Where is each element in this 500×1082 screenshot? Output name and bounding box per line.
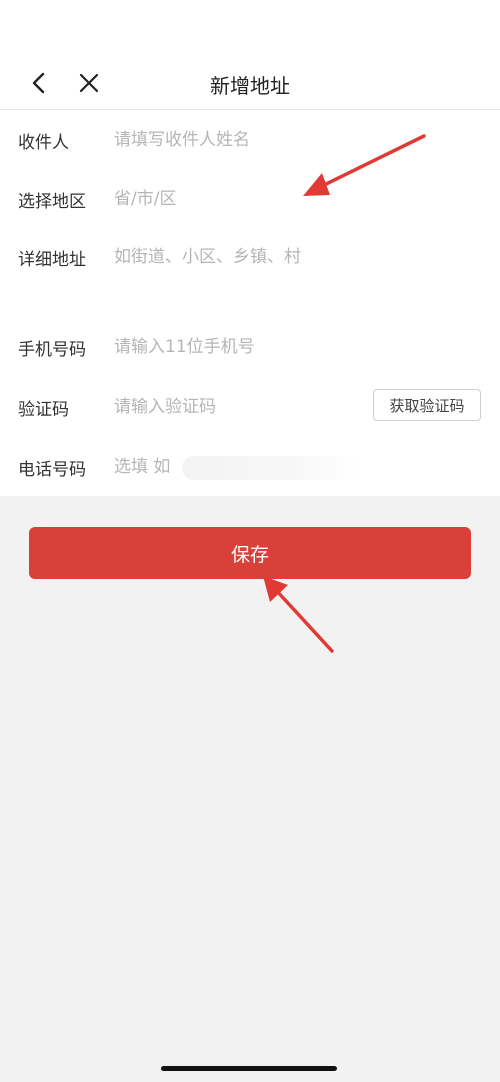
annotation-arrow-save — [263, 576, 334, 653]
region-label: 选择地区 — [18, 192, 86, 212]
home-indicator — [161, 1066, 337, 1071]
code-label: 验证码 — [18, 400, 69, 420]
code-input[interactable] — [114, 389, 354, 425]
address-input[interactable] — [114, 239, 364, 275]
mobile-label: 手机号码 — [18, 340, 86, 360]
mobile-row: 手机号码 — [0, 327, 500, 367]
address-row: 详细地址 — [0, 237, 500, 277]
page-title: 新增地址 — [210, 74, 290, 98]
navigation-bar: 新增地址 — [0, 56, 500, 110]
phone-label: 电话号码 — [18, 460, 86, 480]
blurred-text — [182, 456, 362, 480]
receiver-row: 收件人 — [0, 120, 500, 160]
region-input[interactable] — [114, 181, 364, 217]
mobile-input[interactable] — [114, 329, 364, 365]
address-label: 详细地址 — [18, 250, 86, 270]
receiver-input[interactable] — [114, 122, 364, 158]
receiver-label: 收件人 — [18, 133, 69, 153]
region-row[interactable]: 选择地区 — [0, 179, 500, 219]
code-row: 验证码 获取验证码 — [0, 387, 500, 427]
save-button[interactable]: 保存 — [29, 527, 471, 579]
get-code-button[interactable]: 获取验证码 — [373, 389, 481, 421]
phone-input[interactable] — [114, 449, 184, 485]
